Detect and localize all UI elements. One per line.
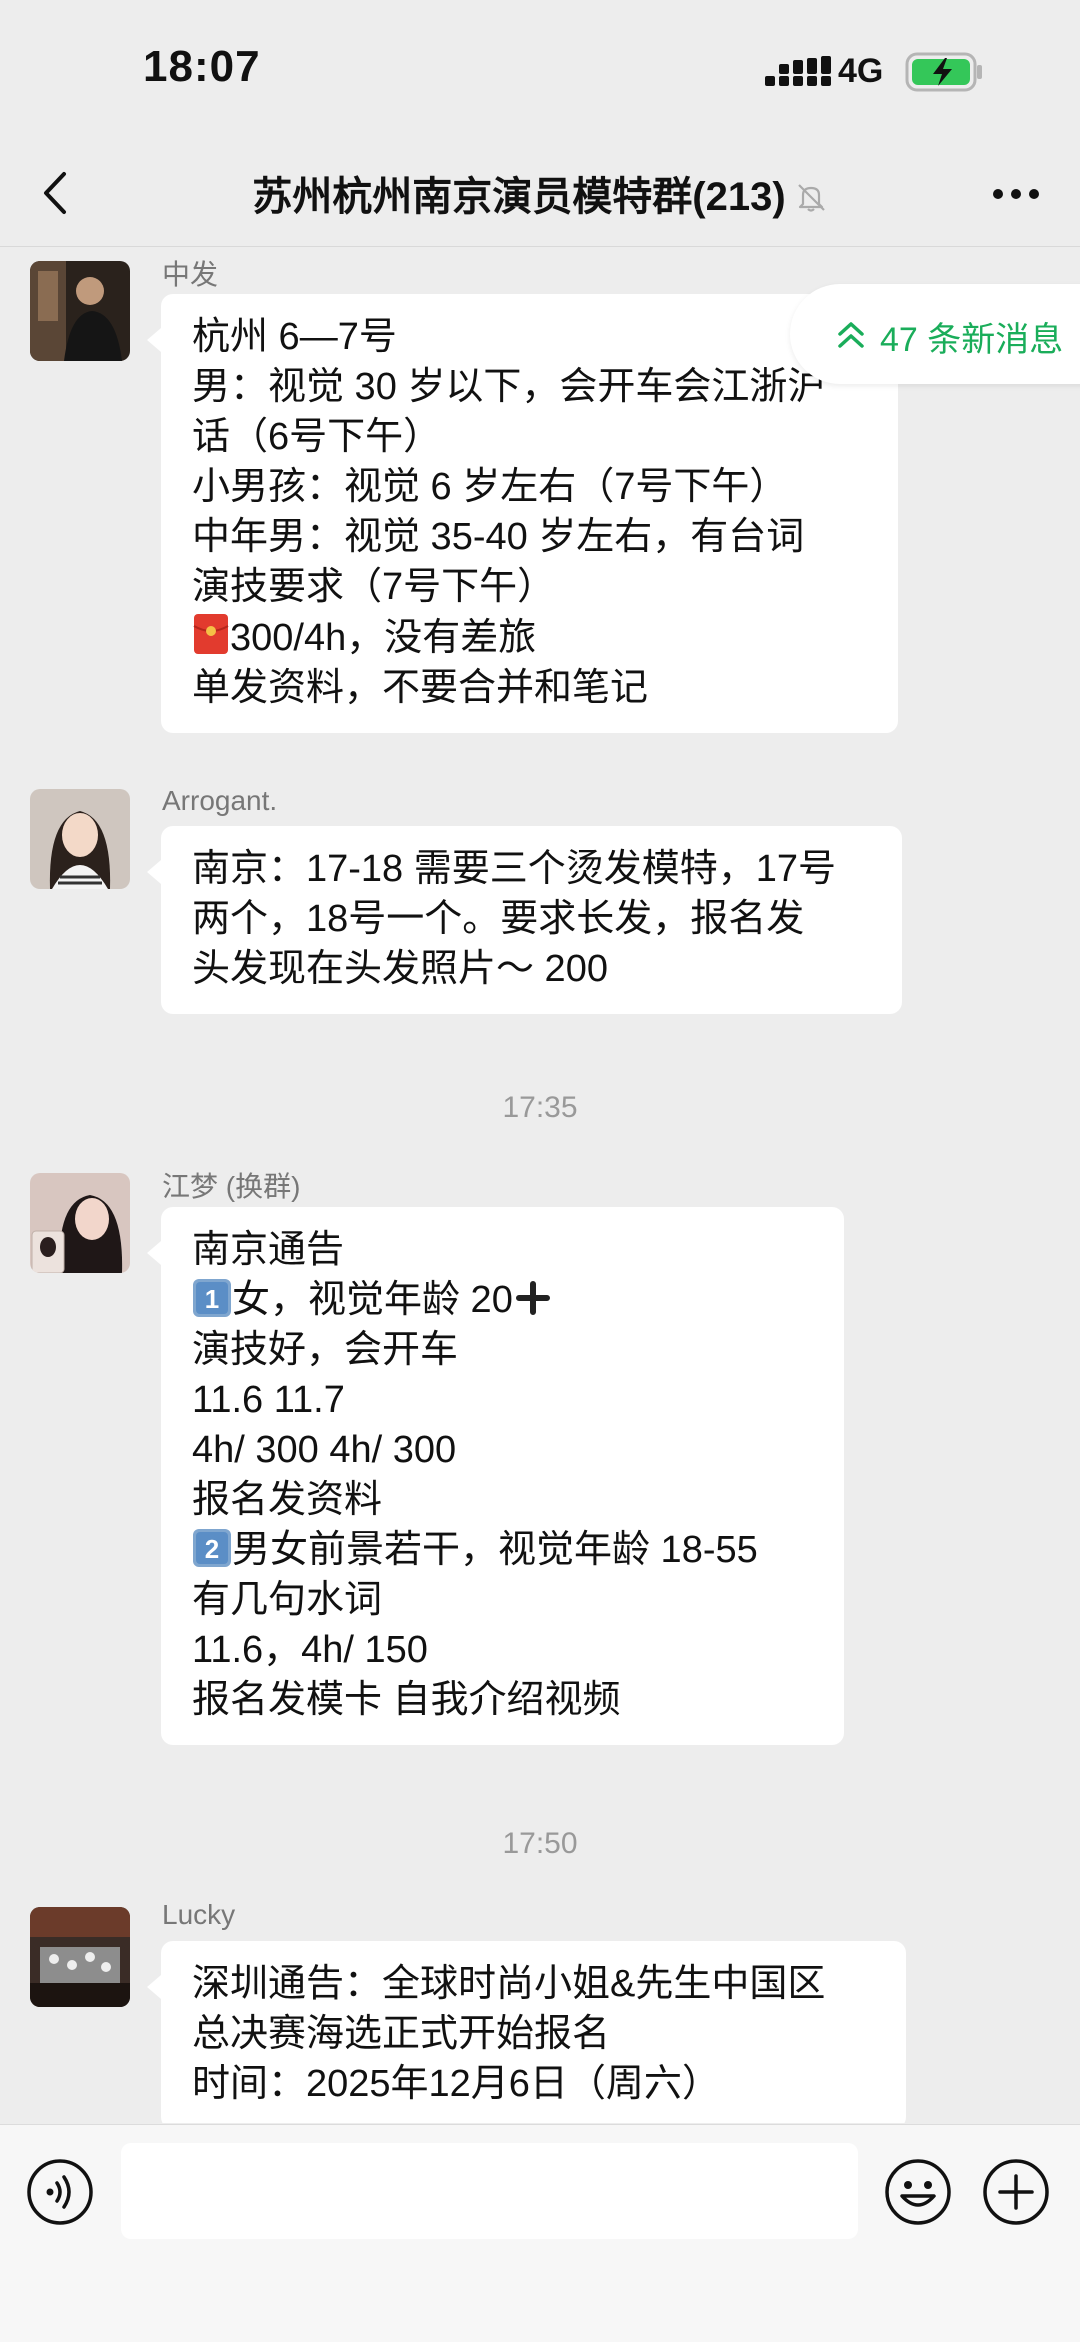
- avatar[interactable]: [30, 789, 130, 889]
- red-envelope-icon: [193, 614, 229, 654]
- input-bar: [0, 2124, 1080, 2342]
- avatar[interactable]: [30, 1907, 130, 2007]
- message-line: 演技好，会开车: [192, 1329, 459, 1371]
- message-line: 11.6，4h/ 150: [192, 1629, 428, 1671]
- message-line: 深圳通告：全球时尚小姐&先生中国区: [192, 1963, 826, 2005]
- sender-name: 江梦 (换群): [162, 1171, 301, 1202]
- new-messages-label: 47 条新消息: [880, 321, 1064, 359]
- message-line: 11.6 11.7: [192, 1379, 345, 1421]
- timestamp: 17:35: [502, 1091, 578, 1124]
- avatar[interactable]: [30, 1173, 130, 1273]
- message-line: 话（6号下午）: [192, 416, 442, 458]
- message-line: 有几句水词: [192, 1579, 383, 1621]
- double-chevron-up-icon: [838, 322, 864, 348]
- message-line: 男女前景若干，视觉年龄 18-55: [232, 1529, 758, 1571]
- message-input[interactable]: [121, 2143, 858, 2239]
- message-line: 总决赛海选正式开始报名: [192, 2013, 611, 2055]
- svg-text:1: 1: [205, 1284, 219, 1314]
- message-bubble[interactable]: 南京通告 1 女，视觉年龄 20 演技好，会开车 11.6 11.7 4h/ 30…: [147, 1207, 844, 1745]
- message-line: 小男孩：视觉 6 岁左右（7号下午）: [192, 466, 788, 508]
- network-label: 4G: [838, 52, 884, 90]
- mute-icon: [797, 184, 825, 212]
- status-bar: 18:07 4G: [0, 0, 1080, 140]
- message-line: 报名发资料: [192, 1479, 383, 1521]
- message-line: 300/4h，没有差旅: [230, 617, 537, 659]
- more-icon[interactable]: [992, 188, 1040, 200]
- chat-title-text: 苏州杭州南京演员模特群(213): [252, 175, 786, 219]
- message-line: 两个，18号一个。要求长发，报名发: [192, 898, 805, 940]
- signal-icon: [765, 56, 831, 86]
- message-line: 南京：17-18 需要三个烫发模特，17号: [192, 848, 837, 890]
- chat-title: 苏州杭州南京演员模特群(213): [0, 164, 1080, 222]
- message-line: 南京通告: [192, 1229, 345, 1271]
- new-messages-button[interactable]: 47 条新消息: [790, 284, 1080, 384]
- message-bubble[interactable]: 杭州 6—7号 男：视觉 30 岁以下，会开车会江浙沪 话（6号下午） 小男孩：…: [147, 294, 898, 733]
- message-line: 时间：2025年12月6日（周六）: [192, 2063, 720, 2105]
- message-line: 4h/ 300 4h/ 300: [192, 1429, 457, 1471]
- add-icon[interactable]: [982, 2158, 1050, 2226]
- sender-name: 中发: [162, 259, 219, 290]
- message-bubble[interactable]: 深圳通告：全球时尚小姐&先生中国区 总决赛海选正式开始报名 时间：2025年12…: [147, 1941, 906, 2123]
- plus-icon: [515, 1281, 550, 1315]
- keycap-2-icon: 2: [193, 1529, 231, 1567]
- message-line: 中年男：视觉 35-40 岁左右，有台词: [192, 516, 805, 558]
- message-line: 单发资料，不要合并和笔记: [192, 667, 649, 709]
- svg-text:2: 2: [205, 1534, 219, 1564]
- sender-name: Lucky: [162, 1899, 236, 1930]
- emoji-icon[interactable]: [884, 2158, 952, 2226]
- message-line: 杭州 6—7号: [192, 316, 397, 358]
- timestamp: 17:50: [502, 1827, 578, 1860]
- chat-area[interactable]: 中发 杭州 6—7号 男：视觉 30 岁以下，会开车会江浙沪 话（6号下午） 小…: [0, 247, 1080, 2123]
- message-line: 女，视觉年龄 20: [232, 1279, 513, 1321]
- message-bubble[interactable]: 南京：17-18 需要三个烫发模特，17号 两个，18号一个。要求长发，报名发 …: [147, 826, 902, 1014]
- keycap-1-icon: 1: [193, 1279, 231, 1317]
- nav-bar: 苏州杭州南京演员模特群(213): [0, 140, 1080, 247]
- message-line: 男：视觉 30 岁以下，会开车会江浙沪: [192, 366, 826, 408]
- message-line: 头发现在头发照片～ 200: [192, 948, 608, 990]
- avatar[interactable]: [30, 261, 130, 361]
- sender-name: Arrogant.: [162, 785, 278, 816]
- message-line: 报名发模卡 自我介绍视频: [192, 1679, 621, 1721]
- status-time: 18:07: [143, 42, 261, 91]
- message-line: 演技要求（7号下午）: [192, 566, 556, 608]
- battery-icon: [905, 52, 982, 92]
- voice-icon[interactable]: [26, 2158, 94, 2226]
